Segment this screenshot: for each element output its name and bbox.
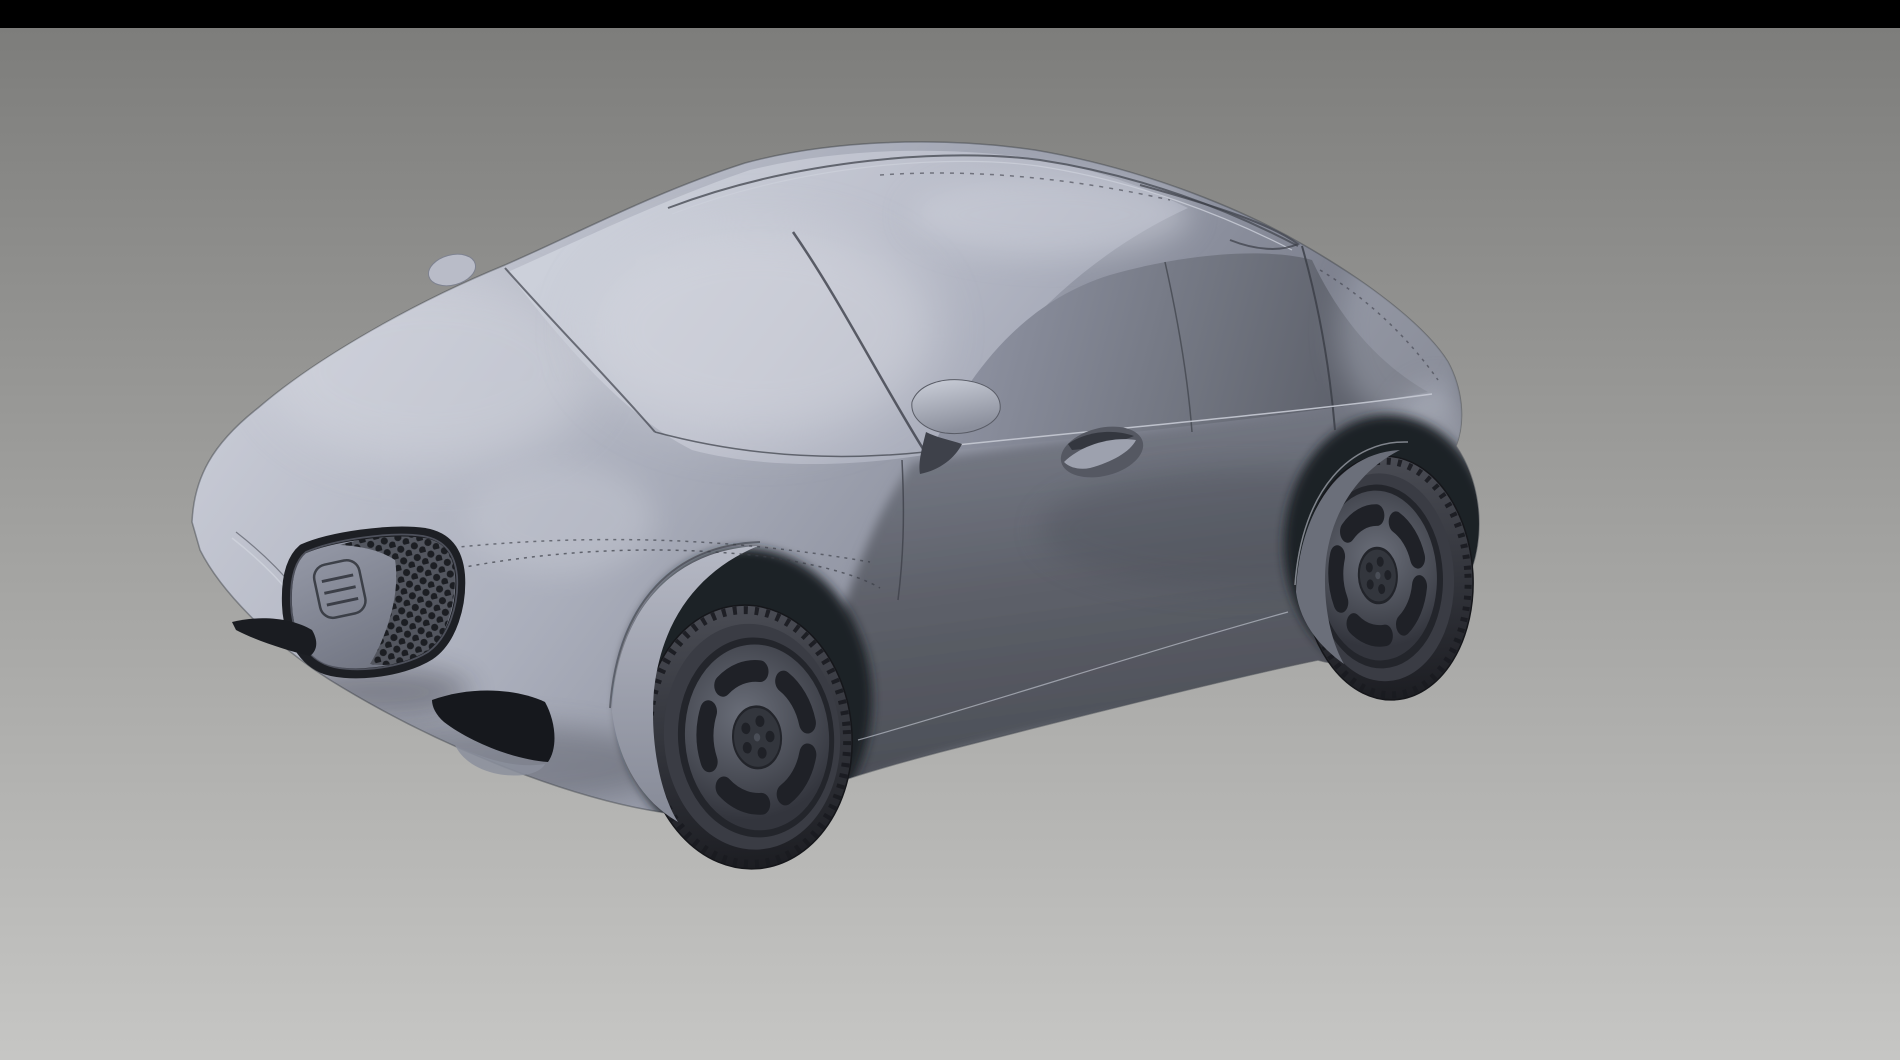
side-mirror <box>912 380 1000 434</box>
fender-highlight <box>465 465 655 575</box>
roof-highlight <box>910 173 1190 257</box>
car-model-render <box>0 0 1900 1060</box>
windshield-highlight <box>585 225 935 435</box>
cad-3d-viewport[interactable] <box>0 0 1900 1060</box>
letterbox-top <box>0 0 1900 28</box>
